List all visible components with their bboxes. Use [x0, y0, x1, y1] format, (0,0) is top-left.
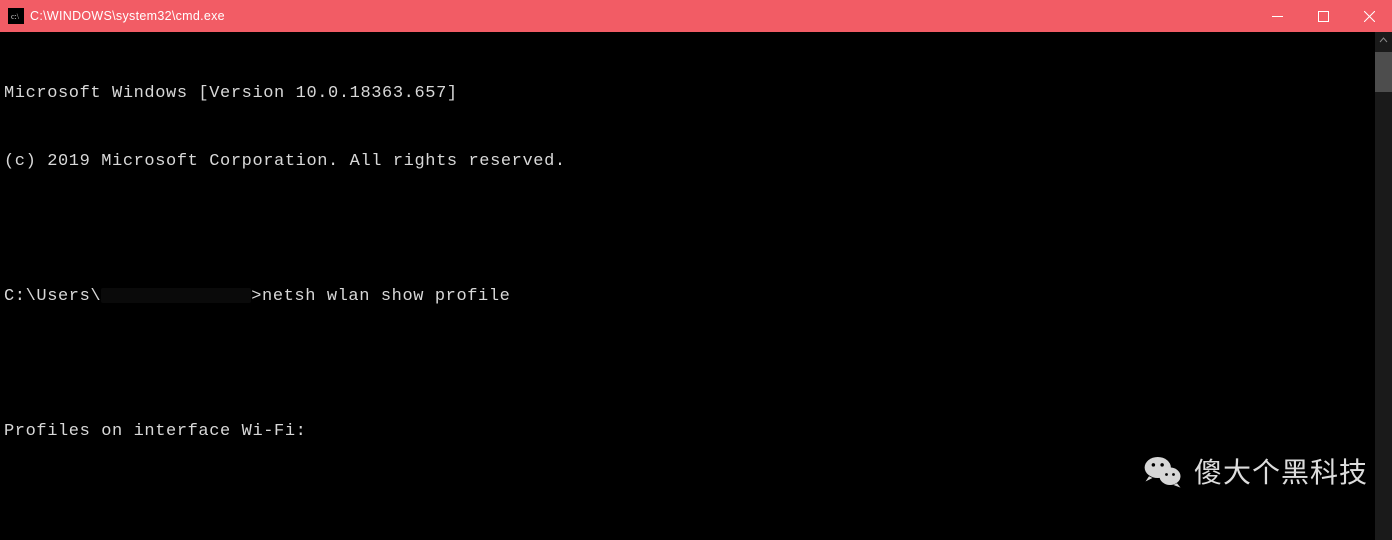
watermark: 傻大个黑科技	[1142, 450, 1368, 492]
close-button[interactable]	[1346, 0, 1392, 32]
prompt-line: C:\Users\ >netsh wlan show profile	[4, 286, 1392, 309]
prompt-command: >netsh wlan show profile	[251, 287, 510, 306]
interface-header: Profiles on interface Wi-Fi:	[4, 421, 1392, 444]
prompt-prefix: C:\Users\	[4, 287, 101, 306]
scroll-up-arrow-icon[interactable]	[1375, 32, 1392, 49]
svg-text:c:\: c:\	[11, 12, 20, 21]
version-line: Microsoft Windows [Version 10.0.18363.65…	[4, 83, 1392, 106]
blank-line	[4, 218, 1392, 241]
blank-line	[4, 353, 1392, 376]
redacted-username	[101, 288, 251, 303]
scrollbar-thumb[interactable]	[1375, 52, 1392, 92]
minimize-button[interactable]	[1254, 0, 1300, 32]
cmd-icon: c:\	[8, 8, 24, 24]
window-titlebar: c:\ C:\WINDOWS\system32\cmd.exe	[0, 0, 1392, 32]
window-title: C:\WINDOWS\system32\cmd.exe	[30, 9, 225, 23]
watermark-text: 傻大个黑科技	[1194, 451, 1368, 491]
maximize-button[interactable]	[1300, 0, 1346, 32]
wechat-icon	[1142, 450, 1184, 492]
copyright-line: (c) 2019 Microsoft Corporation. All righ…	[4, 151, 1392, 174]
vertical-scrollbar[interactable]	[1375, 32, 1392, 540]
